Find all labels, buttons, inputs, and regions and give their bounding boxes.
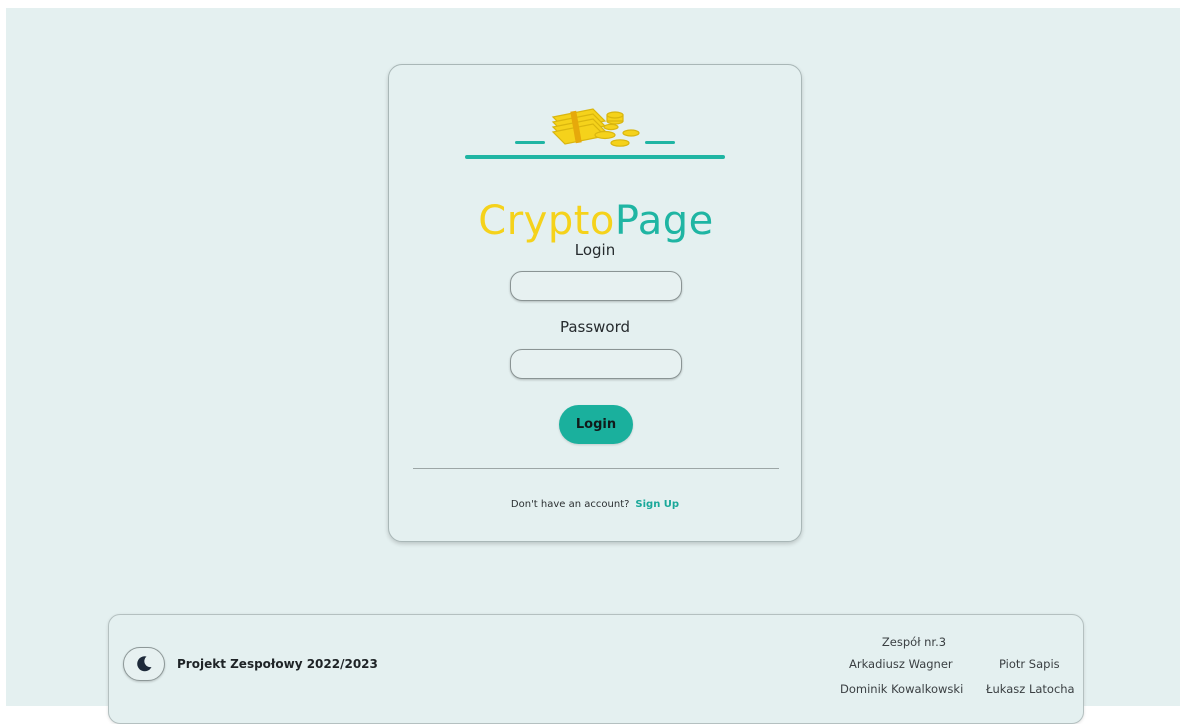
signup-prompt: Don't have an account?	[510, 499, 630, 510]
moon-icon	[137, 656, 152, 672]
login-label: Login	[574, 241, 616, 259]
login-card: CryptoPage Login Password Login Don't ha…	[388, 64, 802, 542]
theme-toggle-button[interactable]	[123, 647, 165, 681]
money-stack-coins-icon	[465, 108, 725, 159]
divider	[413, 468, 779, 469]
sign-up-link[interactable]: Sign Up	[635, 499, 679, 510]
logo-wordmark: CryptoPage	[465, 197, 727, 245]
team-title: Zespół nr.3	[881, 635, 947, 649]
cryptopage-logo: CryptoPage	[465, 99, 727, 249]
team-member: Łukasz Latocha	[986, 682, 1075, 696]
project-title: Projekt Zespołowy 2022/2023	[177, 657, 378, 671]
password-label: Password	[559, 318, 631, 336]
password-input[interactable]	[510, 349, 682, 379]
logo-text-page: Page	[614, 198, 714, 244]
team-member: Arkadiusz Wagner	[849, 657, 953, 671]
signup-row: Don't have an account? Sign Up	[389, 499, 801, 510]
footer: Projekt Zespołowy 2022/2023 Zespół nr.3 …	[108, 614, 1084, 724]
login-button[interactable]: Login	[559, 405, 633, 444]
team-member: Piotr Sapis	[999, 657, 1060, 671]
login-input[interactable]	[510, 271, 682, 301]
logo-text-crypto: Crypto	[478, 198, 615, 244]
team-member: Dominik Kowalkowski	[840, 682, 964, 696]
